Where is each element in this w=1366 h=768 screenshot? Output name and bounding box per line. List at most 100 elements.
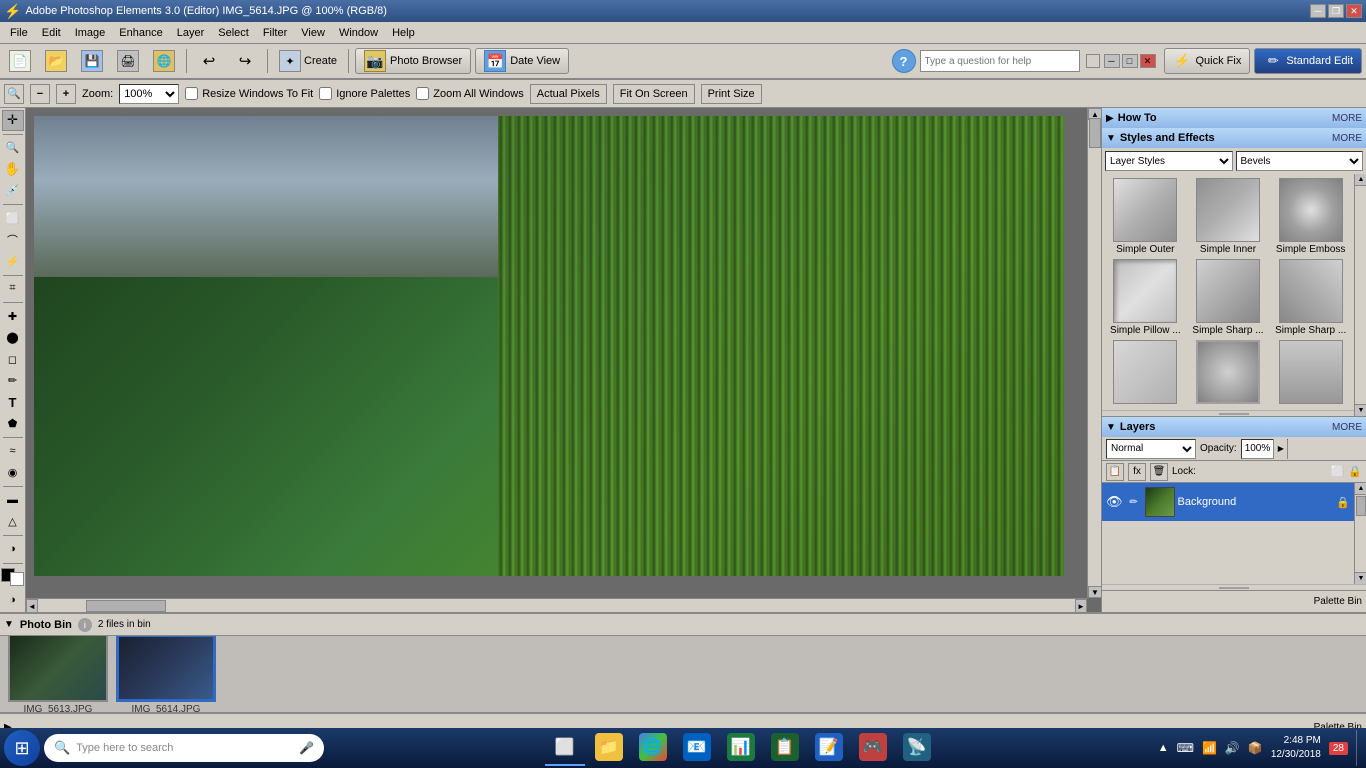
tool-smudge[interactable]: ≈	[2, 441, 24, 462]
scroll-right-button[interactable]: ►	[1075, 599, 1087, 612]
zoom-select[interactable]: 100% 50% 200%	[119, 84, 179, 104]
taskbar-clock[interactable]: 2:48 PM 12/30/2018	[1271, 734, 1321, 762]
show-desktop-button[interactable]	[1356, 730, 1362, 766]
zoom-minus-button[interactable]: −	[30, 84, 50, 104]
help-search-input[interactable]	[920, 50, 1080, 72]
fit-on-screen-button[interactable]: Fit On Screen	[613, 84, 695, 104]
layers-scroll-thumb[interactable]	[1356, 496, 1366, 516]
bevels-select[interactable]: Bevels	[1236, 151, 1364, 171]
style-item-simple-emboss[interactable]: Simple Emboss	[1271, 178, 1350, 255]
menu-edit[interactable]: Edit	[36, 25, 67, 41]
ignore-palettes-checkbox[interactable]	[319, 87, 332, 100]
taskbar-notification-badge[interactable]: 28	[1329, 742, 1348, 755]
zoom-magnify-button[interactable]: 🔍	[4, 84, 24, 104]
delete-layer-button[interactable]: 🗑	[1150, 463, 1168, 481]
taskbar-app-custom2[interactable]: 📡	[897, 730, 937, 766]
taskbar-app-taskview[interactable]: ⬜	[545, 730, 585, 766]
layer-row-background[interactable]: 👁 ✏ Background 🔒	[1102, 483, 1354, 521]
layers-scroll-down[interactable]: ▼	[1355, 572, 1366, 584]
panel-minimize-button[interactable]: ─	[1104, 54, 1120, 68]
tool-hand[interactable]: ✋	[2, 159, 24, 180]
tool-sponge[interactable]: ◉	[2, 463, 24, 484]
tool-zoom[interactable]: 🔍	[2, 137, 24, 158]
actual-pixels-button[interactable]: Actual Pixels	[530, 84, 607, 104]
styles-scroll-up[interactable]: ▲	[1355, 174, 1366, 186]
menu-view[interactable]: View	[295, 25, 331, 41]
photo-thumb-5614[interactable]: IMG_5614.JPG	[116, 636, 216, 712]
zoom-all-windows-checkbox[interactable]	[416, 87, 429, 100]
photo-thumb-5613[interactable]: IMG_5613.JPG	[8, 636, 108, 712]
tool-brush[interactable]: ✏	[2, 371, 24, 392]
minimize-button[interactable]: ─	[1310, 4, 1326, 18]
print-button[interactable]: 🖨	[112, 47, 144, 75]
layer-visibility-icon[interactable]: 👁	[1106, 494, 1123, 510]
style-item-row3a[interactable]	[1106, 340, 1185, 406]
style-item-simple-inner[interactable]: Simple Inner	[1189, 178, 1268, 255]
taskbar-app-chrome[interactable]: 🌐	[633, 730, 673, 766]
menu-filter[interactable]: Filter	[257, 25, 293, 41]
panel-close-button[interactable]: ✕	[1140, 54, 1156, 68]
layers-scrollbar[interactable]: ▲ ▼	[1354, 483, 1366, 584]
dropbox-icon[interactable]: 📦	[1248, 741, 1263, 755]
taskbar-app-project[interactable]: 📋	[765, 730, 805, 766]
layer-edit-icon[interactable]: ✏	[1126, 494, 1142, 510]
style-item-simple-sharp1[interactable]: Simple Sharp ...	[1189, 259, 1268, 336]
photo-browser-button[interactable]: 📷 Photo Browser	[355, 48, 471, 74]
tool-lasso[interactable]: ⌒	[2, 230, 24, 251]
new-layer-button[interactable]: 📋	[1106, 463, 1124, 481]
panel-restore-button[interactable]: □	[1122, 54, 1138, 68]
tool-dodge[interactable]: ◑	[2, 539, 24, 560]
help-button[interactable]: ?	[892, 49, 916, 73]
menu-file[interactable]: File	[4, 25, 34, 41]
print-size-button[interactable]: Print Size	[701, 84, 762, 104]
tool-gradient[interactable]: ▬	[2, 490, 24, 511]
volume-icon[interactable]: 🔊	[1225, 741, 1240, 755]
resize-windows-checkbox[interactable]	[185, 87, 198, 100]
style-item-simple-outer[interactable]: Simple Outer	[1106, 178, 1185, 255]
tool-paint-bucket[interactable]: △	[2, 512, 24, 533]
taskbar-search-box[interactable]: 🔍 Type here to search 🎤	[44, 734, 324, 762]
open-button[interactable]: 📂	[40, 47, 72, 75]
undo-button[interactable]: ↩	[193, 47, 225, 75]
vertical-scrollbar[interactable]: ▲ ▼	[1087, 108, 1101, 598]
tool-type[interactable]: T	[2, 392, 24, 413]
taskbar-app-word[interactable]: 📝	[809, 730, 849, 766]
menu-image[interactable]: Image	[69, 25, 112, 41]
restore-button[interactable]: ❐	[1328, 4, 1344, 18]
horizontal-scrollbar[interactable]: ◄ ►	[26, 598, 1087, 612]
date-view-button[interactable]: 📅 Date View	[475, 48, 569, 74]
taskbar-app-excel[interactable]: 📊	[721, 730, 761, 766]
styles-scrollbar[interactable]: ▲ ▼	[1354, 174, 1366, 416]
taskbar-app-custom1[interactable]: 🎮	[853, 730, 893, 766]
network-icon[interactable]: 📶	[1202, 741, 1217, 755]
tool-rectangular-marquee[interactable]: ⬜	[2, 208, 24, 229]
howto-more-button[interactable]: MORE	[1332, 113, 1362, 124]
tool-magic-wand[interactable]: ⚡	[2, 251, 24, 272]
palette-bin-button[interactable]: Palette Bin	[1314, 596, 1362, 607]
styles-more-button[interactable]: MORE	[1332, 133, 1362, 144]
photo-bin-toggle-icon[interactable]: ▼	[4, 619, 14, 630]
new-file-button[interactable]: 📄	[4, 47, 36, 75]
styles-scroll-down[interactable]: ▼	[1355, 404, 1366, 416]
style-item-row3c[interactable]	[1271, 340, 1350, 406]
zoom-all-windows-checkbox-label[interactable]: Zoom All Windows	[416, 87, 523, 100]
quick-fix-button[interactable]: ⚡ Quick Fix	[1164, 48, 1251, 74]
create-button-tb[interactable]: ✦ Create	[274, 47, 342, 75]
save-button[interactable]: 💾	[76, 47, 108, 75]
howto-header[interactable]: ▶ How To MORE	[1102, 108, 1366, 128]
taskbar-mic-icon[interactable]: 🎤	[299, 741, 314, 755]
ignore-palettes-checkbox-label[interactable]: Ignore Palettes	[319, 87, 410, 100]
layers-scroll-up[interactable]: ▲	[1355, 483, 1366, 495]
tool-clone-stamp[interactable]: ⬤	[2, 327, 24, 348]
scroll-left-button[interactable]: ◄	[26, 599, 38, 612]
tool-eraser[interactable]: ◻	[2, 349, 24, 370]
menu-layer[interactable]: Layer	[171, 25, 211, 41]
canvas-container[interactable]: ▲ ▼	[26, 108, 1101, 598]
menu-window[interactable]: Window	[333, 25, 384, 41]
scroll-down-button[interactable]: ▼	[1088, 586, 1101, 598]
redo-button[interactable]: ↪	[229, 47, 261, 75]
tool-eyedropper[interactable]: 💉	[2, 181, 24, 202]
tool-custom-shape[interactable]: ⬟	[2, 414, 24, 435]
view-mode-grid-button[interactable]	[1086, 54, 1100, 68]
taskbar-up-arrow[interactable]: ▲	[1158, 742, 1169, 754]
